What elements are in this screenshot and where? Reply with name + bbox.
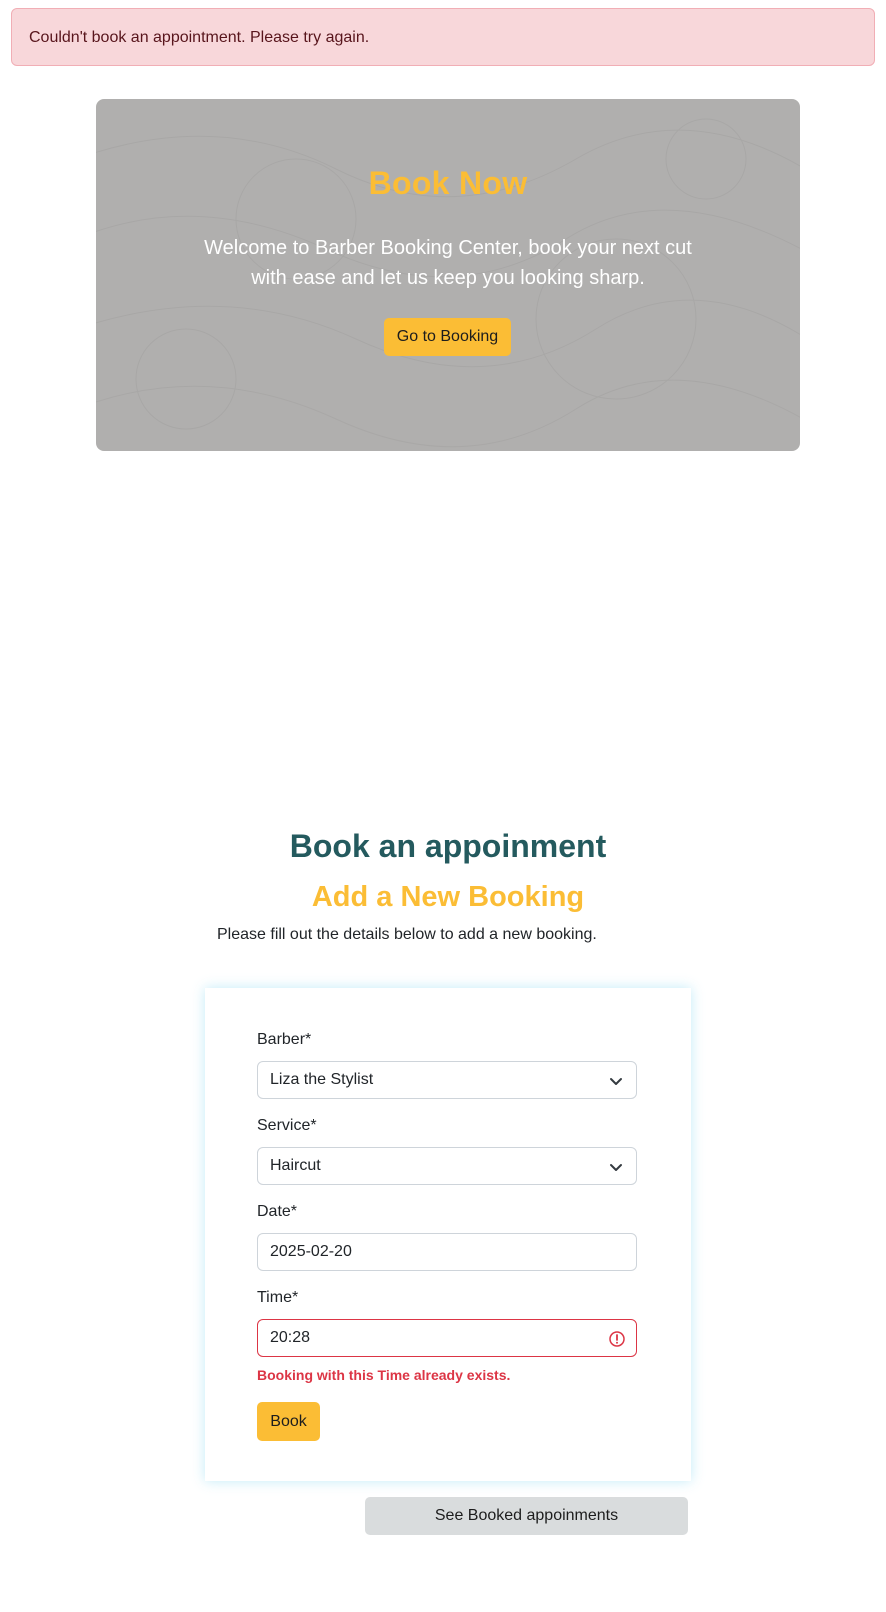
barber-select-value: Liza the Stylist [270, 1071, 374, 1088]
date-input[interactable]: 2025-02-20 [257, 1233, 637, 1271]
service-select-value: Haircut [270, 1157, 321, 1174]
error-alert: Couldn't book an appointment. Please try… [11, 8, 875, 66]
time-label: Time* [257, 1289, 299, 1306]
barber-label: Barber* [257, 1031, 312, 1048]
service-label: Service* [257, 1117, 317, 1134]
error-icon [609, 1331, 625, 1347]
booking-form: Barber* Liza the Stylist Service* Haircu… [205, 988, 691, 1481]
hero-title: Book Now [368, 165, 528, 201]
booking-subheading: Add a New Booking [311, 881, 585, 913]
time-input[interactable]: 20:28 [257, 1319, 637, 1357]
hero-banner: Book Now Welcome to Barber Booking Cente… [96, 99, 800, 451]
hero-description: Welcome to Barber Booking Center, book y… [204, 237, 692, 289]
chevron-down-icon [610, 1164, 622, 1171]
go-to-booking-button[interactable]: Go to Booking [384, 318, 511, 356]
service-select[interactable]: Haircut [257, 1147, 637, 1185]
alert-message: Couldn't book an appointment. Please try… [29, 29, 370, 46]
see-booked-appointments-button[interactable]: See Booked appoinments [365, 1497, 688, 1535]
booking-heading: Book an appoinment [289, 828, 607, 864]
time-input-value: 20:28 [270, 1329, 311, 1346]
book-button[interactable]: Book [257, 1402, 320, 1441]
date-input-value: 2025-02-20 [270, 1243, 352, 1260]
barber-select[interactable]: Liza the Stylist [257, 1061, 637, 1099]
chevron-down-icon [610, 1078, 622, 1085]
date-label: Date* [257, 1203, 298, 1220]
booking-intro: Please fill out the details below to add… [217, 926, 597, 943]
time-error-message: Booking with this Time already exists. [257, 1367, 511, 1383]
